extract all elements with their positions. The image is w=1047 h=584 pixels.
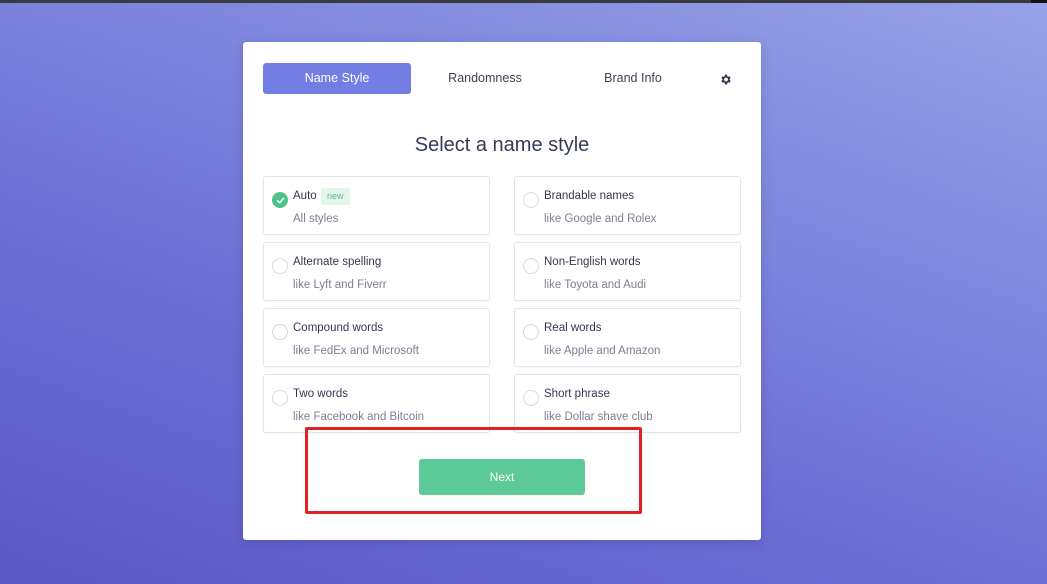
check-icon — [272, 192, 288, 208]
radio-icon — [272, 258, 288, 274]
option-real-words[interactable]: Real words like Apple and Amazon — [514, 308, 741, 367]
option-compound-words[interactable]: Compound words like FedEx and Microsoft — [263, 308, 490, 367]
option-title: Short phrase — [544, 388, 610, 400]
option-subtitle: like FedEx and Microsoft — [293, 345, 419, 357]
option-title: Real words — [544, 322, 602, 334]
tab-name-style[interactable]: Name Style — [263, 63, 411, 94]
page-title: Select a name style — [414, 134, 590, 156]
option-subtitle: like Dollar shave club — [544, 411, 653, 423]
option-subtitle: All styles — [293, 213, 339, 225]
highlight-box — [305, 427, 642, 514]
option-title: Alternate spelling — [293, 256, 382, 268]
radio-icon — [523, 258, 539, 274]
window-top-bar — [0, 0, 1047, 3]
option-brandable-names[interactable]: Brandable names like Google and Rolex — [514, 176, 741, 235]
option-title: Compound words — [293, 322, 384, 334]
option-auto[interactable]: Auto new All styles — [263, 176, 490, 235]
option-title: Brandable names — [544, 190, 635, 202]
radio-icon — [523, 390, 539, 406]
wizard-tabs: Name Style Randomness Brand Info — [263, 63, 741, 94]
tab-randomness[interactable]: Randomness — [411, 63, 559, 94]
option-subtitle: like Toyota and Audi — [544, 279, 647, 291]
option-subtitle: like Lyft and Fiverr — [293, 279, 387, 291]
new-badge: new — [321, 188, 350, 205]
option-title: Auto — [293, 190, 317, 202]
option-subtitle: like Google and Rolex — [544, 213, 657, 225]
option-subtitle: like Apple and Amazon — [544, 345, 661, 357]
tab-brand-info[interactable]: Brand Info — [559, 63, 707, 94]
window-top-bar-end — [1031, 0, 1047, 3]
gear-icon[interactable] — [715, 69, 735, 89]
option-subtitle: like Facebook and Bitcoin — [293, 411, 425, 423]
option-title: Non-English words — [544, 256, 641, 268]
option-non-english-words[interactable]: Non-English words like Toyota and Audi — [514, 242, 741, 301]
radio-icon — [523, 324, 539, 340]
radio-icon — [272, 324, 288, 340]
option-title: Two words — [293, 388, 348, 400]
option-two-words[interactable]: Two words like Facebook and Bitcoin — [263, 374, 490, 433]
option-short-phrase[interactable]: Short phrase like Dollar shave club — [514, 374, 741, 433]
radio-icon — [272, 390, 288, 406]
radio-icon — [523, 192, 539, 208]
option-alternate-spelling[interactable]: Alternate spelling like Lyft and Fiverr — [263, 242, 490, 301]
